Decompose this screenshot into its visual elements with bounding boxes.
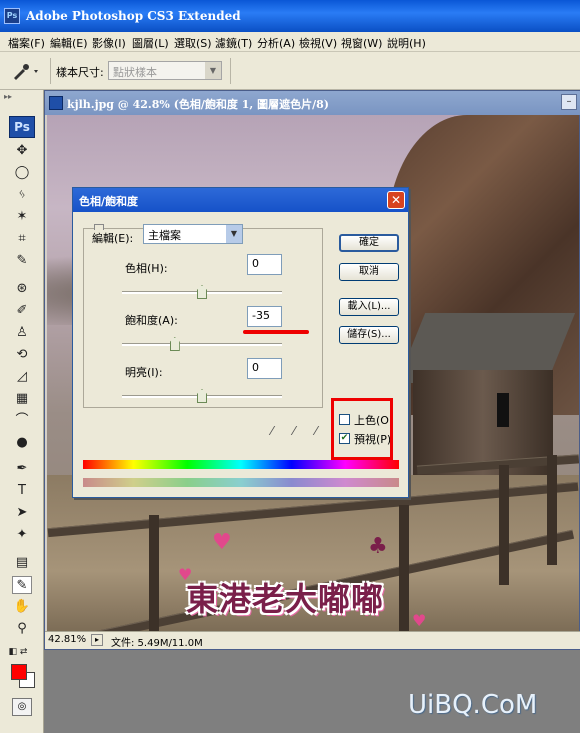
annotation-underline [243, 330, 309, 334]
eyedropper-minus-icon[interactable]: ⁄ [309, 424, 323, 440]
heart-icon: ♥ [412, 611, 427, 630]
dialog-title: 色相/飽和度 [79, 195, 139, 208]
menu-image[interactable]: 影像(I) [92, 35, 126, 51]
move-tool-icon[interactable]: ✥ [12, 142, 32, 160]
document-title: kjlh.jpg @ 42.8% (色相/飽和度 1, 圖層遮色片/8) [67, 98, 329, 111]
foreground-color-swatch[interactable] [11, 664, 27, 680]
photoshop-logo-icon: Ps [4, 8, 20, 24]
zoom-tool-icon[interactable]: ⚲ [12, 620, 32, 638]
menu-bar: 檔案(F) 編輯(E) 影像(I) 圖層(L) 選取(S) 濾鏡(T) 分析(A… [0, 32, 580, 52]
quick-mask-icon[interactable]: ◎ [12, 698, 32, 716]
sample-size-value: 點狀樣本 [113, 66, 157, 79]
menu-filter[interactable]: 濾鏡(T) [215, 35, 252, 51]
zoom-level[interactable]: 42.81% [48, 634, 88, 648]
hand-tool-icon[interactable]: ✋ [12, 598, 32, 616]
sample-size-label: 樣本尺寸: [56, 66, 104, 79]
default-colors-icon[interactable]: ◧ ⇄ [8, 643, 28, 661]
canvas-fence-post [149, 515, 159, 631]
history-brush-tool-icon[interactable]: ⟲ [12, 346, 32, 364]
adjustment-group [83, 224, 323, 408]
lasso-tool-icon[interactable]: ᛃ [12, 186, 32, 204]
save-button[interactable]: 儲存(S)... [339, 326, 399, 344]
dodge-tool-icon[interactable]: ● [12, 434, 32, 452]
options-bar: 樣本尺寸: 點狀樣本 ▼ [0, 52, 580, 90]
eyedropper-preset-icon[interactable] [10, 61, 40, 81]
app-title-bar: Ps Adobe Photoshop CS3 Extended [0, 0, 580, 32]
pen-tool-icon[interactable]: ✒ [12, 460, 32, 478]
options-separator [230, 58, 231, 84]
menu-edit[interactable]: 編輯(E) [50, 35, 88, 51]
saturation-input[interactable]: -35 [247, 306, 282, 327]
ok-button[interactable]: 確定 [339, 234, 399, 252]
notes-tool-icon[interactable]: ▤ [12, 554, 32, 572]
minimize-icon[interactable]: – [561, 94, 577, 110]
document-title-bar[interactable]: kjlh.jpg @ 42.8% (色相/飽和度 1, 圖層遮色片/8) – [45, 91, 580, 115]
document-icon [49, 96, 63, 110]
app-title: Adobe Photoshop CS3 Extended [26, 9, 241, 23]
watermark-text: 東港老大嘟嘟 [186, 580, 385, 618]
photoshop-badge-icon[interactable]: Ps [9, 116, 35, 138]
close-icon[interactable]: ✕ [387, 191, 405, 209]
chevron-down-icon: ▼ [205, 62, 221, 79]
edit-channel-value: 主檔案 [148, 229, 181, 242]
source-hue-bar [83, 460, 399, 469]
chevron-down-icon: ▼ [226, 225, 242, 243]
path-selection-tool-icon[interactable]: ➤ [12, 504, 32, 522]
watermark-badge: ♥ ♣ ♥ ♥ 東港老大嘟嘟 [172, 530, 442, 640]
canvas-fence-post [547, 455, 557, 565]
status-menu-icon[interactable]: ▸ [91, 634, 103, 646]
clone-stamp-tool-icon[interactable]: ♙ [12, 324, 32, 342]
lightness-input[interactable]: 0 [247, 358, 282, 379]
brush-tool-icon[interactable]: ✐ [12, 302, 32, 320]
menu-help[interactable]: 說明(H) [387, 35, 426, 51]
hue-label: 色相(H): [125, 262, 168, 275]
menu-select[interactable]: 選取(S) [174, 35, 212, 51]
edit-label: 編輯(E): [90, 230, 136, 246]
eyedropper-tool-icon[interactable]: ✎ [12, 576, 32, 594]
canvas-fence-post [499, 465, 509, 585]
menu-analysis[interactable]: 分析(A) [257, 35, 295, 51]
dialog-title-bar[interactable]: 色相/飽和度 ✕ [73, 188, 408, 212]
annotation-box [331, 398, 393, 460]
menu-layer[interactable]: 圖層(L) [132, 35, 169, 51]
toolbox: ▸▸ Ps ✥ ◯ ᛃ ✶ ⌗ ✎ ⊛ ✐ ♙ ⟲ ◿ ▦ ⌒ ● ✒ T ➤ … [0, 90, 44, 733]
menu-file[interactable]: 檔案(F) [8, 35, 45, 51]
site-watermark: UiBQ.CoM [408, 690, 538, 720]
eyedropper-icon[interactable]: ⁄ [265, 424, 279, 440]
lightness-label: 明亮(I): [125, 366, 163, 379]
cancel-button[interactable]: 取消 [339, 263, 399, 281]
canvas-barn-window [497, 393, 509, 427]
heart-icon: ♥ [212, 530, 232, 555]
load-button[interactable]: 載入(L)... [339, 298, 399, 316]
menu-view[interactable]: 檢視(V) [299, 35, 337, 51]
marquee-tool-icon[interactable]: ◯ [12, 164, 32, 182]
saturation-label: 飽和度(A): [125, 314, 178, 327]
shape-tool-icon[interactable]: ✦ [12, 526, 32, 544]
healing-brush-tool-icon[interactable]: ⊛ [12, 280, 32, 298]
clover-icon: ♣ [368, 534, 388, 559]
toolbox-grip-icon[interactable]: ▸▸ [4, 92, 40, 104]
result-hue-bar [83, 478, 399, 487]
type-tool-icon[interactable]: T [12, 482, 32, 500]
hue-input[interactable]: 0 [247, 254, 282, 275]
sample-size-select[interactable]: 點狀樣本 ▼ [108, 61, 222, 80]
magic-wand-tool-icon[interactable]: ✶ [12, 208, 32, 226]
blur-tool-icon[interactable]: ⌒ [12, 412, 32, 430]
saturation-slider-track[interactable] [122, 343, 282, 346]
menu-window[interactable]: 視窗(W) [341, 35, 382, 51]
eyedropper-plus-icon[interactable]: ⁄ [287, 424, 301, 440]
edit-channel-select[interactable]: 主檔案 ▼ [143, 224, 243, 244]
crop-tool-icon[interactable]: ⌗ [12, 230, 32, 248]
eraser-tool-icon[interactable]: ◿ [12, 368, 32, 386]
gradient-tool-icon[interactable]: ▦ [12, 390, 32, 408]
slice-tool-icon[interactable]: ✎ [12, 252, 32, 270]
options-separator [50, 58, 51, 84]
